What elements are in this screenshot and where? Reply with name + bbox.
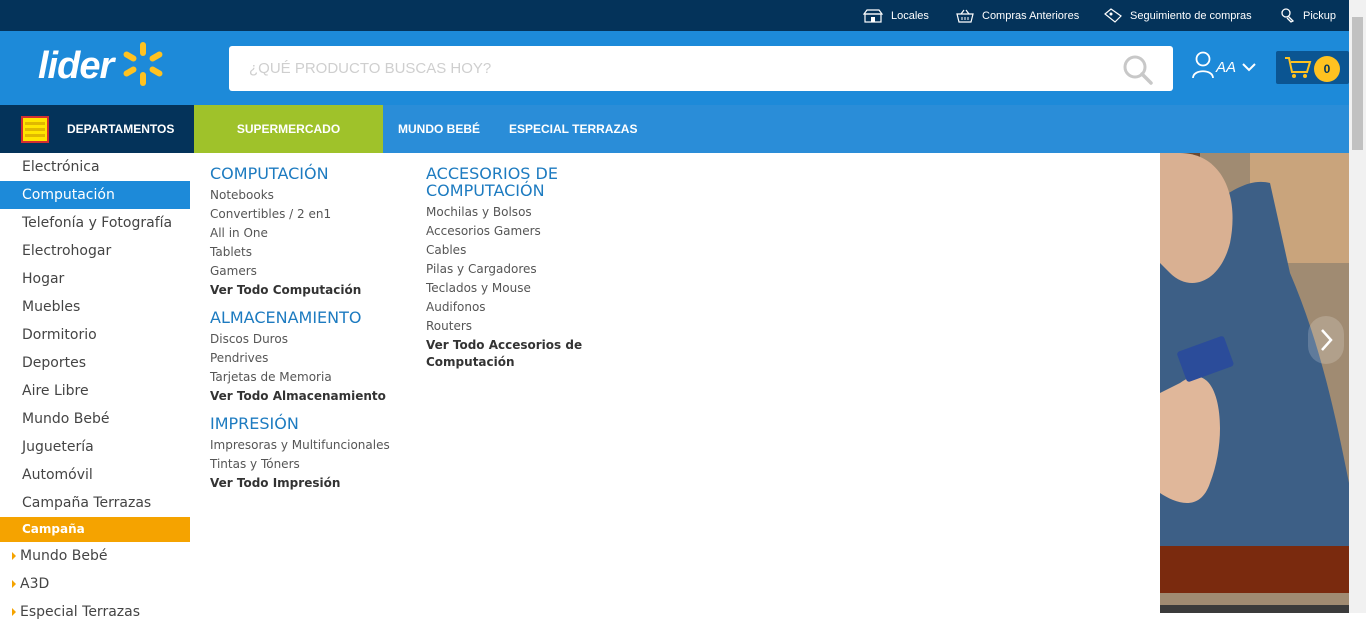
carousel-next-icon[interactable] [1308,316,1344,368]
view-all-link[interactable]: Ver Todo Almacenamiento [210,388,390,405]
mega-link[interactable]: Pilas y Cargadores [426,260,596,279]
mega-link[interactable]: Mochilas y Bolsos [426,203,596,222]
sidebar-item-electronica[interactable]: Electrónica [0,153,190,181]
campaign-header: Campaña [0,517,190,542]
nav-link-especial-terrazas[interactable]: ESPECIAL TERRAZAS [509,105,637,153]
hamburger-icon [21,116,49,143]
departments-label: DEPARTAMENTOS [67,122,175,136]
locales-label: Locales [891,9,929,22]
mega-link[interactable]: Discos Duros [210,330,390,349]
user-account-menu[interactable]: AA [1192,51,1256,83]
group-computacion: COMPUTACIÓN Notebooks Convertibles / 2 e… [210,165,390,299]
departments-menu-button[interactable]: DEPARTAMENTOS [0,105,194,153]
campaign-item-mundo-bebe[interactable]: Mundo Bebé [0,542,190,570]
mega-link[interactable]: Pendrives [210,349,390,368]
group-almacenamiento: ALMACENAMIENTO Discos Duros Pendrives Ta… [210,309,390,405]
mega-link[interactable]: Tablets [210,243,390,262]
cart-count-badge: 0 [1314,56,1340,82]
tracking-icon [1104,8,1122,23]
pickup-label: Pickup [1303,9,1337,22]
sidebar-item-hogar[interactable]: Hogar [0,265,190,293]
group-title-computacion[interactable]: COMPUTACIÓN [210,165,390,182]
mega-link[interactable]: Tarjetas de Memoria [210,368,390,387]
mega-link[interactable]: Accesorios Gamers [426,222,596,241]
mega-link[interactable]: Routers [426,317,596,336]
mega-link[interactable]: Convertibles / 2 en1 [210,205,390,224]
sidebar-item-jugueteria[interactable]: Juguetería [0,433,190,461]
mega-column-2: ACCESORIOS DE COMPUTACIÓN Mochilas y Bol… [426,165,596,381]
seguimiento-link[interactable]: Seguimiento de compras [1104,0,1252,31]
mega-link[interactable]: Impresoras y Multifuncionales [210,436,390,455]
logo-text: lider [38,44,114,87]
sidebar-item-mundo-bebe[interactable]: Mundo Bebé [0,405,190,433]
view-all-link[interactable]: Ver Todo Computación [210,282,390,299]
search-box [229,46,1173,91]
mega-link[interactable]: Audifonos [426,298,596,317]
compras-anteriores-link[interactable]: Compras Anteriores [956,0,1079,31]
group-title-accesorios[interactable]: ACCESORIOS DE COMPUTACIÓN [426,165,596,199]
view-all-link[interactable]: Ver Todo Impresión [210,475,390,492]
sidebar-item-electrohogar[interactable]: Electrohogar [0,237,190,265]
group-impresion: IMPRESIÓN Impresoras y Multifuncionales … [210,415,390,492]
main-nav: DEPARTAMENTOS SUPERMERCADO MUNDO BEBÉ ES… [0,105,1349,153]
mega-link[interactable]: All in One [210,224,390,243]
mega-link[interactable]: Tintas y Tóners [210,455,390,474]
sidebar-item-telefonia[interactable]: Telefonía y Fotografía [0,209,190,237]
group-title-almacenamiento[interactable]: ALMACENAMIENTO [210,309,390,326]
mega-link[interactable]: Gamers [210,262,390,281]
sidebar-item-aire-libre[interactable]: Aire Libre [0,377,190,405]
group-title-impresion[interactable]: IMPRESIÓN [210,415,390,432]
cart-icon [1284,56,1312,84]
basket-icon [956,9,974,23]
compras-anteriores-label: Compras Anteriores [982,9,1080,22]
mega-column-1: COMPUTACIÓN Notebooks Convertibles / 2 e… [210,165,390,502]
user-initials: AA [1216,58,1237,76]
store-icon [863,8,883,23]
pickup-icon [1280,8,1295,23]
mega-menu-panel: COMPUTACIÓN Notebooks Convertibles / 2 e… [190,153,1160,613]
mega-link[interactable]: Cables [426,241,596,260]
pickup-link[interactable]: Pickup [1280,0,1336,31]
nav-link-mundo-bebe[interactable]: MUNDO BEBÉ [398,105,480,153]
page-scrollbar[interactable] [1349,0,1366,613]
chevron-down-icon [1242,59,1256,76]
departments-sidebar: Electrónica Computación Telefonía y Foto… [0,153,190,620]
view-all-link[interactable]: Ver Todo Accesorios de Computación [426,337,596,371]
promo-banner-image[interactable] [1160,153,1349,613]
scrollbar-thumb[interactable] [1352,17,1363,150]
sidebar-item-automovil[interactable]: Automóvil [0,461,190,489]
top-utility-bar: Locales Compras Anteriores Seguimiento d… [0,0,1349,31]
sidebar-item-dormitorio[interactable]: Dormitorio [0,321,190,349]
sidebar-item-campana-terrazas[interactable]: Campaña Terrazas [0,489,190,517]
user-icon [1192,51,1214,83]
sidebar-item-muebles[interactable]: Muebles [0,293,190,321]
spark-icon [119,40,167,92]
cart-button[interactable]: 0 [1276,51,1349,84]
campaign-item-a3d[interactable]: A3D [0,570,190,598]
search-input[interactable] [229,46,1109,91]
seguimiento-label: Seguimiento de compras [1130,9,1252,22]
search-icon[interactable] [1123,55,1153,89]
main-header: lider AA [0,31,1349,105]
sidebar-item-computacion[interactable]: Computación [0,181,190,209]
mega-link[interactable]: Notebooks [210,186,390,205]
campaign-item-especial-terrazas[interactable]: Especial Terrazas [0,598,190,626]
group-accesorios: ACCESORIOS DE COMPUTACIÓN Mochilas y Bol… [426,165,596,371]
mega-link[interactable]: Teclados y Mouse [426,279,596,298]
locales-link[interactable]: Locales [863,0,929,31]
lider-logo[interactable]: lider [38,41,167,91]
sidebar-item-deportes[interactable]: Deportes [0,349,190,377]
supermercado-tab[interactable]: SUPERMERCADO [194,105,383,153]
